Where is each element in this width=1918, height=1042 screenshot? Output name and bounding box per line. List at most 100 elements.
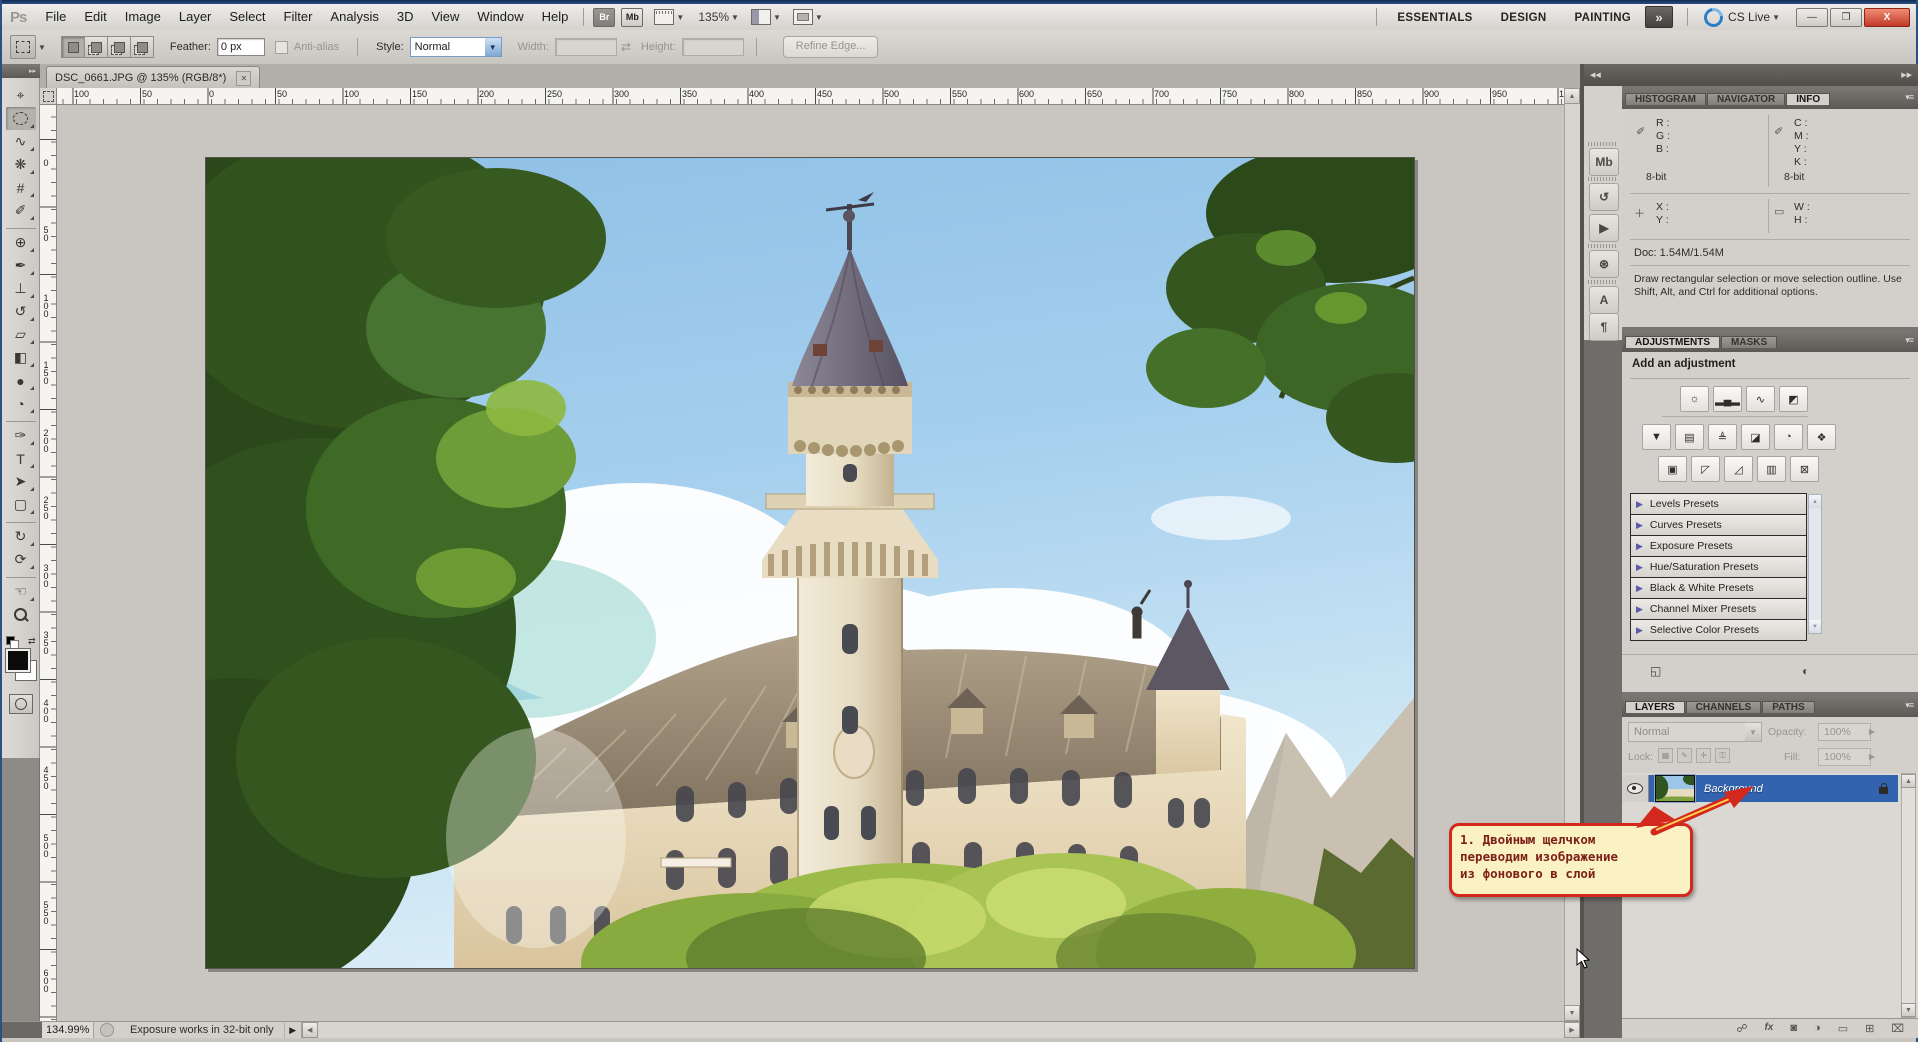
photo-filter-icon[interactable]: ◔ <box>1774 424 1803 450</box>
exposure-icon[interactable]: ◩ <box>1779 386 1808 412</box>
hand-tool[interactable]: ☜ <box>5 577 36 603</box>
status-zoom-field[interactable]: 134.99% <box>42 1022 94 1038</box>
scroll-up-icon[interactable]: ▲ <box>1564 88 1580 104</box>
clone-stamp-tool[interactable]: ⊥ <box>6 277 36 300</box>
preset-item[interactable]: ▶ Channel Mixer Presets <box>1630 598 1807 620</box>
layer-mask-icon[interactable]: ◙ <box>1790 1022 1797 1035</box>
workspace-button[interactable]: ESSENTIALS <box>1383 12 1486 24</box>
toolbox-header[interactable]: ▸▸ <box>2 64 40 78</box>
canvas-hscrollbar[interactable]: ◀ ▶ <box>300 1022 1580 1038</box>
vibrance-icon[interactable]: ▼ <box>1642 424 1671 450</box>
document-tab[interactable]: DSC_0661.JPG @ 135% (RGB/8*) ✕ <box>46 66 261 89</box>
panel-menu-icon[interactable]: ▾≡ <box>1905 335 1914 346</box>
subtract-selection-button[interactable] <box>106 36 131 58</box>
eyedropper-tool[interactable]: ✐ <box>6 199 36 222</box>
panel-tab[interactable]: HISTOGRAM <box>1625 93 1706 105</box>
preset-item[interactable]: ▶ Exposure Presets <box>1630 535 1807 557</box>
panel-tab[interactable]: NAVIGATOR <box>1706 93 1786 105</box>
lock-position-icon[interactable]: ✛ <box>1696 748 1711 763</box>
type-tool[interactable]: T <box>6 447 36 470</box>
panel-tab[interactable]: MASKS <box>1721 336 1778 348</box>
feather-input[interactable]: 0 px <box>216 38 265 56</box>
move-tool[interactable]: ⌖ <box>6 84 36 107</box>
panel-menu-icon[interactable]: ▾≡ <box>1905 92 1914 103</box>
chevron-down-icon[interactable]: ▼ <box>676 13 684 22</box>
quick-selection-tool[interactable]: ❋ <box>6 153 36 176</box>
menu-item[interactable]: Filter <box>275 9 322 24</box>
scroll-down-icon[interactable]: ▼ <box>1809 620 1821 633</box>
panel-tab[interactable]: PATHS <box>1762 701 1815 713</box>
expand-triangle-icon[interactable]: ▶ <box>1636 583 1643 594</box>
pen-tool[interactable]: ✑ <box>5 421 36 447</box>
black-white-icon[interactable]: ◪ <box>1741 424 1770 450</box>
fill-field[interactable]: 100% <box>1818 748 1871 766</box>
brush-tool[interactable]: ✒ <box>6 254 36 277</box>
levels-icon[interactable]: ▂▄▂ <box>1713 386 1742 412</box>
zoom-level[interactable]: 135% <box>698 10 729 24</box>
brightness-contrast-icon[interactable]: ☼ <box>1680 386 1709 412</box>
document-image[interactable] <box>40 128 1466 1021</box>
panel-tab[interactable]: ADJUSTMENTS <box>1625 336 1721 348</box>
shape-tool[interactable]: ▢ <box>6 493 36 516</box>
width-input[interactable] <box>554 38 617 56</box>
quick-mask-button[interactable] <box>8 694 33 714</box>
fill-spinner-icon[interactable]: ▶ <box>1866 748 1878 764</box>
gradient-tool[interactable]: ◧ <box>6 346 36 369</box>
zoom-tool[interactable] <box>6 603 36 626</box>
curves-icon[interactable]: ∿ <box>1746 386 1775 412</box>
panel-tab[interactable]: LAYERS <box>1625 701 1685 713</box>
cmyk-depth[interactable]: 8-bit <box>1784 171 1804 184</box>
add-selection-button[interactable] <box>83 36 108 58</box>
return-to-adjustment-list-icon[interactable]: ◱ <box>1650 664 1661 678</box>
layer-visibility-toggle[interactable] <box>1622 775 1649 802</box>
menu-item[interactable]: Image <box>116 9 170 24</box>
marquee-tool[interactable] <box>5 107 36 130</box>
hue-saturation-icon[interactable]: ▤ <box>1675 424 1704 450</box>
swap-colors-icon[interactable]: ⇄ <box>28 636 36 647</box>
menu-item[interactable]: Help <box>533 9 578 24</box>
workspace-button[interactable]: PAINTING <box>1561 12 1646 24</box>
new-layer-icon[interactable]: ⊞ <box>1865 1022 1874 1035</box>
layer-row-background[interactable]: Background <box>1622 774 1898 803</box>
panel-menu-icon[interactable]: ▾≡ <box>1905 700 1914 711</box>
menu-item[interactable]: 3D <box>388 9 423 24</box>
clone-source-panel-icon[interactable]: ⊛ <box>1589 250 1619 278</box>
scroll-down-icon[interactable]: ▼ <box>1564 1005 1580 1021</box>
preset-item[interactable]: ▶ Levels Presets <box>1630 493 1807 515</box>
new-selection-button[interactable] <box>60 36 85 58</box>
menu-item[interactable]: Edit <box>75 9 115 24</box>
selective-color-icon[interactable]: ⊠ <box>1790 456 1819 482</box>
layer-group-icon[interactable]: ▭ <box>1838 1022 1848 1035</box>
panel-tab[interactable]: CHANNELS <box>1685 701 1762 713</box>
close-button[interactable]: X <box>1864 7 1910 27</box>
menu-item[interactable]: Select <box>220 9 274 24</box>
adjustment-layer-icon[interactable]: ◑ <box>1814 1022 1821 1035</box>
layer-thumbnail[interactable] <box>1654 774 1696 803</box>
spot-healing-tool[interactable]: ⊕ <box>5 228 36 254</box>
link-layers-icon[interactable]: ☍ <box>1736 1022 1747 1035</box>
menu-item[interactable]: Window <box>468 9 532 24</box>
expand-dock-button[interactable]: ▶▶ <box>1622 64 1918 86</box>
mini-bridge-button[interactable]: Mb <box>621 7 644 27</box>
link-dimensions-icon[interactable]: ⇄ <box>621 40 631 54</box>
crop-tool[interactable]: # <box>6 176 36 199</box>
preset-item[interactable]: ▶ Selective Color Presets <box>1630 619 1807 641</box>
scroll-up-icon[interactable]: ▲ <box>1901 774 1916 788</box>
menu-item[interactable]: File <box>36 9 75 24</box>
threshold-icon[interactable]: ◿ <box>1724 456 1753 482</box>
expand-triangle-icon[interactable]: ▶ <box>1636 520 1643 531</box>
refine-edge-button[interactable]: Refine Edge... <box>782 36 879 58</box>
delete-layer-icon[interactable]: ⌧ <box>1891 1022 1904 1035</box>
screen-mode-icon[interactable] <box>792 9 813 25</box>
lock-transparency-icon[interactable]: ▦ <box>1658 748 1673 763</box>
chevron-down-icon[interactable]: ▼ <box>773 13 781 22</box>
height-input[interactable] <box>681 38 744 56</box>
workspace-button[interactable]: DESIGN <box>1487 12 1561 24</box>
channel-mixer-icon[interactable]: ❖ <box>1807 424 1836 450</box>
dodge-tool[interactable]: ◔ <box>6 392 36 415</box>
blur-tool[interactable]: ● <box>6 369 36 392</box>
expand-triangle-icon[interactable]: ▶ <box>1636 499 1643 510</box>
scroll-right-icon[interactable]: ▶ <box>1564 1022 1580 1038</box>
lock-pixels-icon[interactable]: ✎ <box>1677 748 1692 763</box>
intersect-selection-button[interactable] <box>129 36 154 58</box>
